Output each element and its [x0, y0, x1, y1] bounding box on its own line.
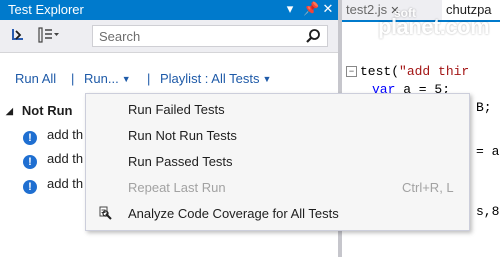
code-coverage-icon	[98, 201, 112, 227]
test-explorer-title: Test Explorer	[8, 2, 84, 17]
run-bar-separator-2: |	[147, 71, 151, 86]
window-position-icon[interactable]: ▾	[284, 1, 296, 17]
collapse-triangle-icon[interactable]: ◢	[6, 106, 13, 116]
menu-item-run-failed-tests[interactable]: Run Failed Tests	[86, 97, 469, 123]
search-input[interactable]	[99, 28, 289, 44]
group-header-label: Not Run	[21, 103, 73, 118]
code-line: B;	[476, 100, 492, 115]
test-name: add th	[47, 176, 84, 191]
test-name: add th	[47, 151, 84, 166]
test-row[interactable]: ! add th	[23, 127, 83, 147]
collapse-icon[interactable]: −	[346, 66, 357, 77]
pin-icon[interactable]: 📌	[303, 1, 319, 17]
search-icon[interactable]	[305, 28, 321, 47]
filter-list-icon[interactable]	[38, 26, 60, 47]
run-bar-separator: |	[71, 71, 75, 86]
playlist-dropdown[interactable]: Playlist : All Tests ▼	[160, 71, 271, 86]
watermark: planet.com	[378, 14, 490, 39]
info-icon: !	[23, 155, 37, 169]
menu-item-repeat-last-run[interactable]: Repeat Last Run Ctrl+R, L	[86, 175, 469, 201]
test-explorer-titlebar: Test Explorer ▾ 📌 ✕	[0, 0, 338, 20]
run-dropdown-label: Run...	[84, 71, 119, 86]
chevron-down-icon: ▼	[121, 74, 131, 84]
menu-item-analyze-code-coverage[interactable]: Analyze Code Coverage for All Tests	[86, 201, 469, 227]
info-icon: !	[23, 180, 37, 194]
test-row[interactable]: ! add th	[23, 151, 83, 171]
code-line: s,8	[476, 204, 500, 219]
menu-item-run-not-run-tests[interactable]: Run Not Run Tests	[86, 123, 469, 149]
run-all-link[interactable]: Run All	[15, 71, 56, 86]
group-by-icon[interactable]	[10, 27, 26, 46]
search-box[interactable]	[92, 25, 328, 47]
run-dropdown-menu: Run Failed Tests Run Not Run Tests Run P…	[85, 93, 470, 231]
menu-shortcut: Ctrl+R, L	[402, 180, 454, 195]
run-bar: Run All | Run... ▼ | Playlist : All Tests…	[0, 64, 338, 86]
code-line: = a	[476, 144, 500, 159]
run-dropdown-link[interactable]: Run... ▼	[84, 71, 131, 86]
chevron-down-icon: ▼	[262, 74, 272, 84]
menu-item-run-passed-tests[interactable]: Run Passed Tests	[86, 149, 469, 175]
close-icon[interactable]: ✕	[322, 1, 334, 17]
group-header-not-run[interactable]: ◢ Not Run	[6, 103, 72, 118]
code-line: − test("add thir	[346, 64, 469, 79]
test-row[interactable]: ! add th	[23, 176, 83, 196]
test-name: add th	[47, 127, 84, 142]
titlebar-controls: ▾ 📌 ✕	[284, 1, 334, 17]
playlist-label: Playlist : All Tests	[160, 71, 260, 86]
info-icon: !	[23, 131, 37, 145]
